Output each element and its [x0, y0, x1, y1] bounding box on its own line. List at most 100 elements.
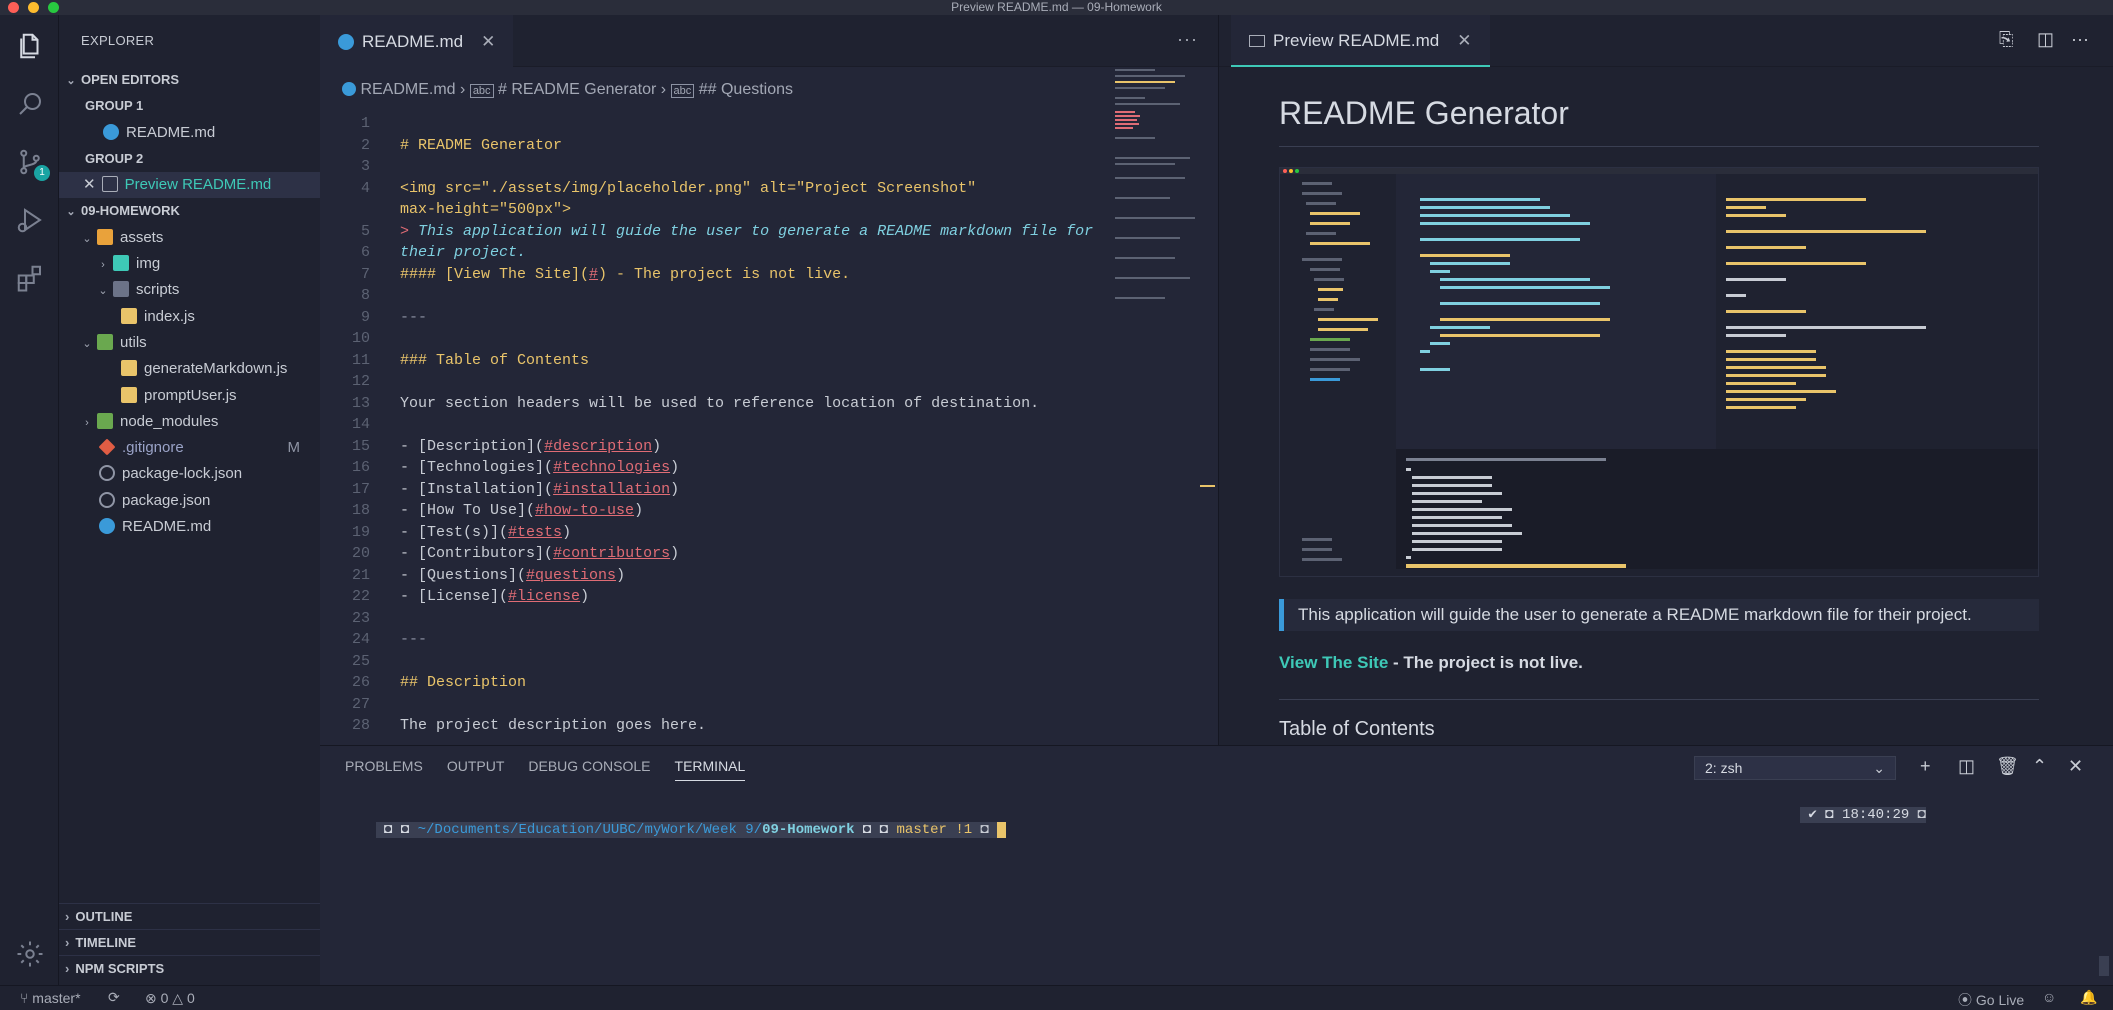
more-actions-icon[interactable]: ···: [2071, 29, 2089, 50]
tab-terminal[interactable]: TERMINAL: [674, 758, 746, 781]
problems-status[interactable]: ⊗ 0 △ 0: [145, 990, 195, 1007]
code-token: # README Generator: [400, 136, 563, 154]
code-token: - [: [400, 588, 428, 605]
go-live-button[interactable]: ⦿ Go Live: [1958, 990, 2024, 1010]
search-icon[interactable]: [13, 87, 47, 121]
folder-node-modules[interactable]: › node_modules: [59, 409, 320, 435]
code-token: ): [670, 545, 680, 562]
split-terminal-icon[interactable]: ◫: [1958, 756, 1975, 777]
close-icon[interactable]: ✕: [1457, 31, 1471, 51]
close-icon[interactable]: ✕: [481, 32, 495, 52]
chevron-down-icon: ⌄: [98, 285, 108, 298]
code-line: #### [View The Site](#) - The project is…: [400, 266, 850, 283]
terminal-output[interactable]: ◘ ◘ ~/Documents/Education/UUBC/myWork/We…: [342, 806, 1006, 854]
open-editor-preview[interactable]: ✕ Preview README.md: [59, 172, 320, 199]
explorer-icon[interactable]: [13, 29, 47, 63]
code-line: ### Table of Contents: [400, 352, 589, 369]
terminal-select[interactable]: 2: zsh ⌄: [1694, 756, 1896, 780]
folder-utils[interactable]: ⌄ utils: [59, 330, 320, 356]
folder-icon: [97, 228, 113, 245]
new-terminal-icon[interactable]: +: [1920, 756, 1931, 777]
more-actions-icon[interactable]: ···: [1177, 29, 1198, 50]
folder-img[interactable]: › img: [59, 251, 320, 277]
breadcrumb-heading[interactable]: # README Generator: [498, 81, 656, 98]
close-icon[interactable]: ✕: [83, 176, 96, 193]
chevron-right-icon: ›: [65, 935, 70, 950]
code-token: ](: [535, 480, 554, 498]
timeline-section[interactable]: › TIMELINE: [59, 929, 320, 955]
minimap[interactable]: [1110, 67, 1205, 367]
notifications-bell-icon[interactable]: 🔔: [2080, 989, 2097, 1006]
folder-assets[interactable]: ⌄ assets: [59, 225, 320, 251]
open-editor-readme[interactable]: README.md: [59, 120, 320, 146]
tab-problems[interactable]: PROBLEMS: [345, 758, 423, 781]
code-token: ): [580, 588, 590, 605]
editor-tabs: README.md ✕ ···: [320, 15, 1218, 67]
file-gitignore[interactable]: .gitignore M: [59, 435, 320, 461]
tab-output[interactable]: OUTPUT: [447, 758, 505, 781]
explorer-header: EXPLORER: [81, 33, 155, 48]
source-control-icon[interactable]: 1: [13, 145, 50, 181]
tab-debug-console[interactable]: DEBUG CONSOLE: [528, 758, 650, 781]
branch-label: master*: [32, 990, 81, 1006]
activity-bar: 1: [0, 15, 59, 985]
file-index-js[interactable]: index.js: [59, 304, 320, 330]
group-2-label: GROUP 2: [85, 150, 144, 166]
folder-scripts[interactable]: ⌄ scripts: [59, 277, 320, 303]
project-screenshot-image: [1279, 167, 2039, 577]
code-token: - [: [400, 545, 428, 562]
json-icon: [99, 491, 115, 508]
file-package-lock[interactable]: package-lock.json: [59, 461, 320, 487]
code-token: #installation: [553, 480, 671, 498]
file-readme[interactable]: README.md: [59, 514, 320, 540]
accounts-icon[interactable]: ☺: [2042, 989, 2056, 1005]
project-label: 09-HOMEWORK: [81, 203, 180, 219]
git-branch-icon: ⑂: [20, 990, 33, 1006]
info-icon: [99, 518, 115, 535]
panel-scrollbar[interactable]: [2099, 956, 2109, 976]
chevron-up-icon[interactable]: ⌃: [2032, 756, 2047, 777]
settings-gear-icon[interactable]: [13, 937, 47, 971]
code-token: ](: [490, 523, 509, 541]
close-window-button[interactable]: [8, 2, 19, 13]
folder-icon: [113, 281, 129, 298]
close-panel-icon[interactable]: ✕: [2068, 756, 2083, 777]
file-prompt-user[interactable]: promptUser.js: [59, 383, 320, 409]
code-line: - [Contributors](#contributors): [400, 545, 679, 562]
view-site-link[interactable]: View The Site: [1279, 653, 1388, 672]
open-source-icon[interactable]: ⎘: [1999, 29, 2013, 50]
run-debug-icon[interactable]: [13, 203, 47, 237]
chevron-down-icon: ⌄: [66, 206, 76, 219]
extensions-icon[interactable]: [13, 261, 47, 295]
file-package-json[interactable]: package.json: [59, 488, 320, 514]
outline-section[interactable]: › OUTLINE: [59, 903, 320, 929]
trash-icon[interactable]: 🗑: [1996, 756, 2019, 777]
folder-label: node_modules: [120, 412, 219, 430]
npm-scripts-section[interactable]: › NPM SCRIPTS: [59, 955, 320, 981]
maximize-window-button[interactable]: [48, 2, 59, 13]
line-number: 25: [351, 652, 370, 670]
section-label: TIMELINE: [75, 935, 137, 950]
code-token: ): [670, 480, 680, 498]
breadcrumb: README.md › abc # README Generator › abc…: [320, 67, 1218, 113]
split-editor-icon[interactable]: ◫: [2037, 29, 2054, 50]
code-token: >: [400, 222, 419, 240]
folder-label: img: [136, 255, 161, 273]
branch-status[interactable]: ⑂ master*: [20, 990, 81, 1006]
prompt-right: ✔ ◘ 18:40:29 ◘: [1800, 806, 1927, 823]
markdown-preview: README Generator This application will g…: [1279, 67, 2039, 745]
project-folder[interactable]: ⌄ 09-HOMEWORK: [59, 198, 320, 224]
code-line: - [Test(s)](#tests): [400, 524, 571, 541]
sync-icon[interactable]: ⟳: [108, 989, 120, 1006]
breadcrumb-subheading[interactable]: ## Questions: [699, 81, 793, 98]
minimize-window-button[interactable]: [28, 2, 39, 13]
code-editor[interactable]: 1 2 # README Generator 3 4 <img src="./assets…: [320, 113, 1150, 745]
code-token: Contributors: [427, 545, 536, 562]
open-editors-section[interactable]: ⌄ OPEN EDITORS: [59, 67, 320, 93]
tab-preview-readme[interactable]: Preview README.md ✕: [1231, 15, 1490, 67]
file-generate-markdown[interactable]: generateMarkdown.js: [59, 356, 320, 382]
status-bar: ⑂ master* ⟳ ⊗ 0 △ 0 ⦿ Go Live ☺ 🔔: [0, 985, 2113, 1010]
tab-readme[interactable]: README.md ✕: [320, 15, 514, 67]
breadcrumb-file[interactable]: README.md: [360, 81, 455, 98]
code-token: Installation: [427, 480, 536, 498]
